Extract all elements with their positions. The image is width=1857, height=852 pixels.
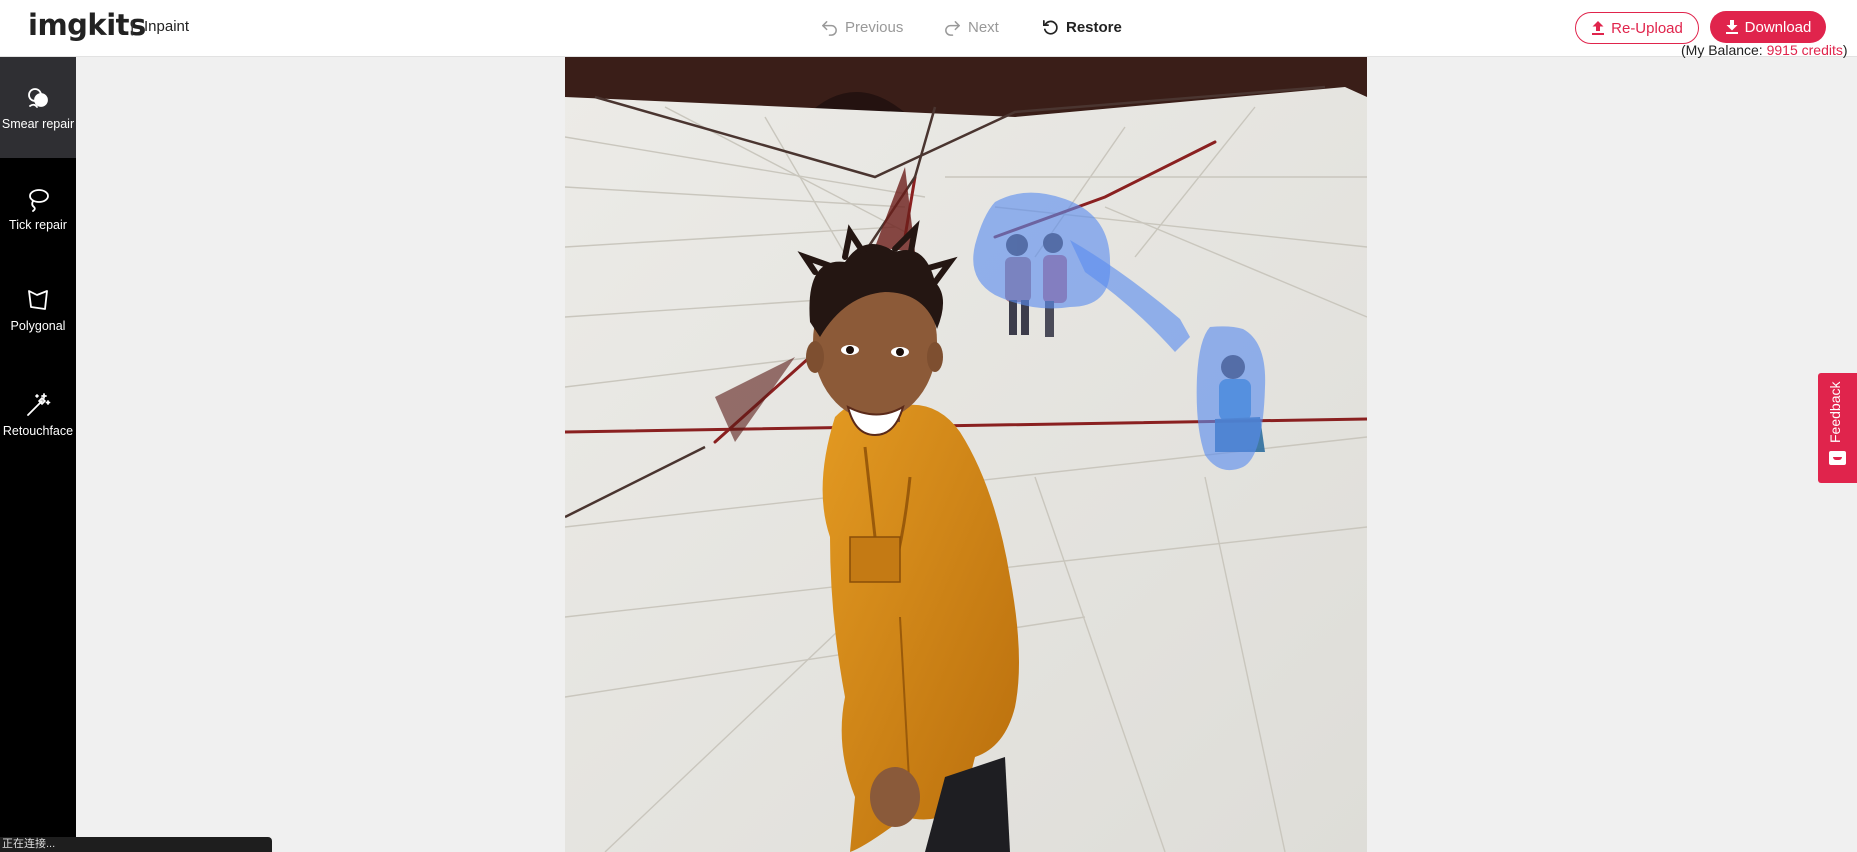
balance-display: (My Balance: 9915 credits)	[1681, 42, 1848, 58]
re-upload-label: Re-Upload	[1611, 19, 1683, 37]
redo-arrow-icon	[945, 20, 960, 36]
re-upload-button[interactable]: Re-Upload	[1575, 12, 1699, 44]
previous-label: Previous	[845, 18, 904, 36]
restore-button[interactable]: Restore	[1041, 16, 1122, 38]
undo-arrow-icon	[822, 20, 837, 36]
balance-suffix: )	[1842, 42, 1848, 58]
tool-tick-repair[interactable]: Tick repair	[0, 158, 76, 259]
balance-prefix: (My Balance:	[1681, 42, 1767, 58]
tool-retouchface-label: Retouchface	[2, 424, 74, 438]
next-label: Next	[968, 18, 999, 36]
imgkits-logo[interactable]: imgkits	[28, 8, 146, 42]
restore-label: Restore	[1066, 18, 1122, 36]
smear-brush-icon	[28, 87, 48, 108]
app-name: Inpaint	[144, 18, 190, 35]
upload-icon	[1592, 21, 1605, 35]
download-button[interactable]: Download	[1710, 11, 1826, 43]
previous-button[interactable]: Previous	[820, 16, 903, 38]
photo-image[interactable]	[565, 57, 1367, 852]
tool-retouchface[interactable]: Retouchface	[0, 360, 76, 470]
tool-smear-repair[interactable]: Smear repair	[0, 57, 76, 158]
tool-polygonal-label: Polygonal	[10, 318, 66, 333]
balance-credits: 9915 credits	[1766, 42, 1843, 58]
polygon-icon	[28, 289, 48, 310]
tool-sidebar: Smear repair Tick repair Polygonal Retou…	[0, 57, 76, 852]
feedback-smile-icon	[1829, 451, 1846, 465]
download-label: Download	[1744, 18, 1812, 36]
feedback-label: Feedback	[1827, 381, 1843, 443]
tool-smear-repair-label: Smear repair	[1, 116, 75, 131]
magic-wand-icon	[27, 393, 51, 416]
next-button[interactable]: Next	[943, 16, 999, 38]
tool-tick-repair-label: Tick repair	[9, 217, 67, 232]
editor-canvas[interactable]	[565, 57, 1367, 852]
tool-polygonal[interactable]: Polygonal	[0, 259, 76, 360]
feedback-tab[interactable]: Feedback	[1818, 373, 1857, 483]
title-separator: |	[130, 17, 135, 36]
connection-status: 正在连接...	[0, 837, 272, 852]
top-header: imgkits | Inpaint Previous Next Restore …	[0, 0, 1857, 58]
lasso-icon	[29, 188, 49, 212]
restore-icon	[1042, 19, 1058, 35]
download-icon	[1725, 20, 1738, 34]
